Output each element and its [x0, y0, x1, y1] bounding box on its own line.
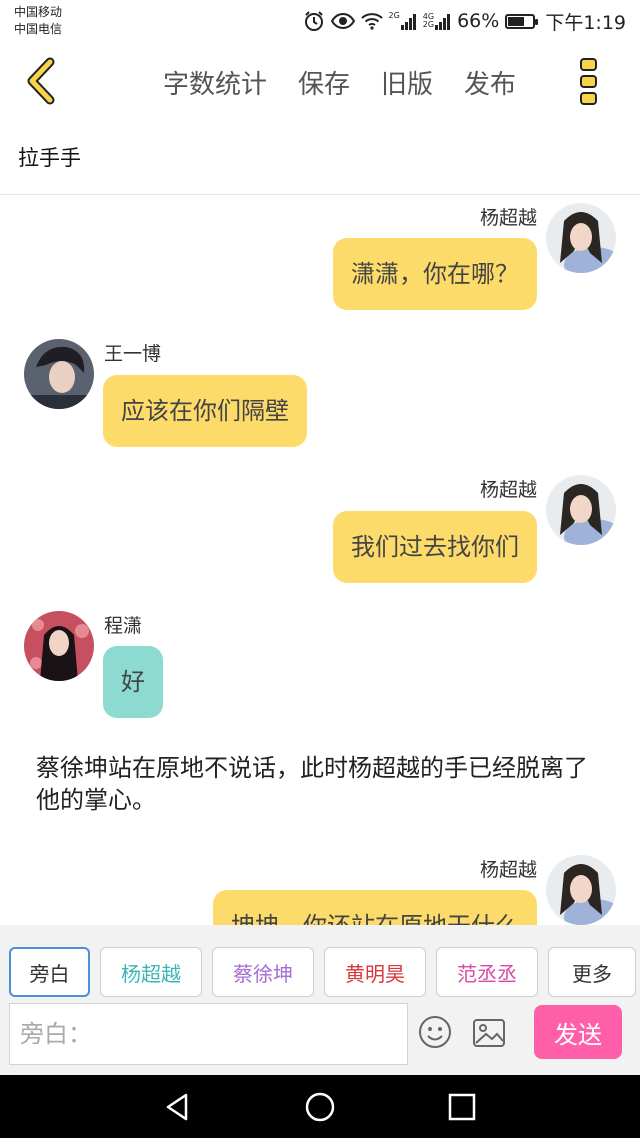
eye-icon — [330, 12, 355, 30]
input-placeholder: 旁白： — [20, 1020, 92, 1048]
back-button[interactable] — [20, 56, 64, 106]
more-dots-icon — [580, 58, 597, 105]
status-bar: 中国移动 中国电信 2G 4G 2G 66% 下午1:19 — [0, 0, 640, 44]
role-label: 范丞丞 — [457, 961, 517, 986]
role-label: 旁白 — [29, 961, 70, 986]
role-more-button[interactable]: 更多 — [548, 947, 636, 997]
narration-text[interactable]: 蔡徐坤站在原地不说话，此时杨超越的手已经脱离了他的掌心。 — [36, 752, 611, 816]
role-label: 更多 — [572, 961, 612, 986]
avatar[interactable] — [546, 203, 616, 273]
message-speaker: 杨超越 — [479, 479, 537, 501]
send-button[interactable]: 发送 — [534, 1005, 622, 1059]
carrier-1: 中国移动 — [14, 5, 63, 19]
role-chip-fan-chengcheng[interactable]: 范丞丞 — [436, 947, 538, 997]
emoji-icon — [419, 1016, 451, 1048]
role-selector: 旁白 杨超越 蔡徐坤 黄明昊 范丞丞 更多 — [9, 947, 636, 997]
role-label: 黄明昊 — [345, 961, 405, 986]
chevron-left-icon — [27, 57, 55, 105]
more-button[interactable] — [578, 56, 600, 108]
document-title[interactable]: 拉手手 — [18, 142, 81, 172]
avatar[interactable] — [24, 611, 94, 681]
avatar[interactable] — [24, 339, 94, 409]
save-button[interactable]: 保存 — [298, 64, 350, 101]
battery-fill — [508, 16, 525, 26]
signal-icon-2: 4G 2G — [423, 12, 451, 30]
send-label: 发送 — [554, 1020, 602, 1049]
message-speaker: 杨超越 — [479, 207, 537, 229]
message-bubble[interactable]: 应该在你们隔壁 — [103, 375, 307, 447]
nav-back-icon[interactable] — [162, 1091, 194, 1123]
network-type-3: 2G — [422, 20, 435, 29]
system-nav-bar — [0, 1075, 640, 1138]
role-label: 杨超越 — [121, 961, 181, 986]
carrier-2: 中国电信 — [14, 22, 63, 36]
message-bubble[interactable]: 好 — [103, 646, 163, 718]
message-speaker: 杨超越 — [479, 859, 537, 881]
message-bubble[interactable]: 坤坤，你还站在原地干什么 — [213, 890, 537, 925]
old-version-button[interactable]: 旧版 — [381, 64, 433, 101]
network-type-1: 2G — [388, 11, 400, 20]
alarm-icon — [303, 10, 325, 32]
signal-icon-1: 2G — [389, 12, 417, 30]
message-speaker: 程潇 — [104, 615, 143, 637]
avatar[interactable] — [546, 855, 616, 925]
carrier-info: 中国移动 中国电信 — [14, 4, 62, 38]
image-icon — [473, 1019, 505, 1047]
message-speaker: 王一博 — [104, 343, 162, 365]
wifi-icon — [360, 12, 383, 30]
image-button[interactable] — [472, 1017, 506, 1049]
chat-area[interactable]: 杨超越 潇潇，你在哪？ 王一博 应该在你们隔壁 杨超越 我们过去找你们 程潇 好… — [0, 195, 640, 925]
top-toolbar: 字数统计 保存 旧版 发布 — [0, 44, 640, 122]
role-chip-cai-xukun[interactable]: 蔡徐坤 — [212, 947, 314, 997]
composer-panel: 旁白 杨超越 蔡徐坤 黄明昊 范丞丞 更多 旁白： 发送 — [0, 925, 640, 1075]
nav-home-icon[interactable] — [304, 1091, 336, 1123]
message-bubble[interactable]: 潇潇，你在哪？ — [333, 238, 537, 310]
avatar[interactable] — [546, 475, 616, 545]
role-label: 蔡徐坤 — [233, 961, 293, 986]
status-icons: 2G 4G 2G 66% 下午1:19 — [303, 6, 626, 36]
publish-button[interactable]: 发布 — [464, 64, 516, 101]
role-chip-huang-minghao[interactable]: 黄明昊 — [324, 947, 426, 997]
role-chip-yang-chaoyue[interactable]: 杨超越 — [100, 947, 202, 997]
role-chip-narrator[interactable]: 旁白 — [9, 947, 90, 997]
emoji-button[interactable] — [418, 1015, 452, 1049]
toolbar-actions: 字数统计 保存 旧版 发布 — [163, 64, 516, 101]
clock: 下午1:19 — [545, 11, 626, 34]
battery-percent: 66% — [457, 10, 500, 32]
nav-recents-icon[interactable] — [446, 1091, 478, 1123]
word-count-button[interactable]: 字数统计 — [163, 64, 267, 101]
battery-icon — [505, 13, 539, 29]
message-bubble[interactable]: 我们过去找你们 — [333, 511, 537, 583]
message-input[interactable]: 旁白： — [9, 1003, 408, 1065]
